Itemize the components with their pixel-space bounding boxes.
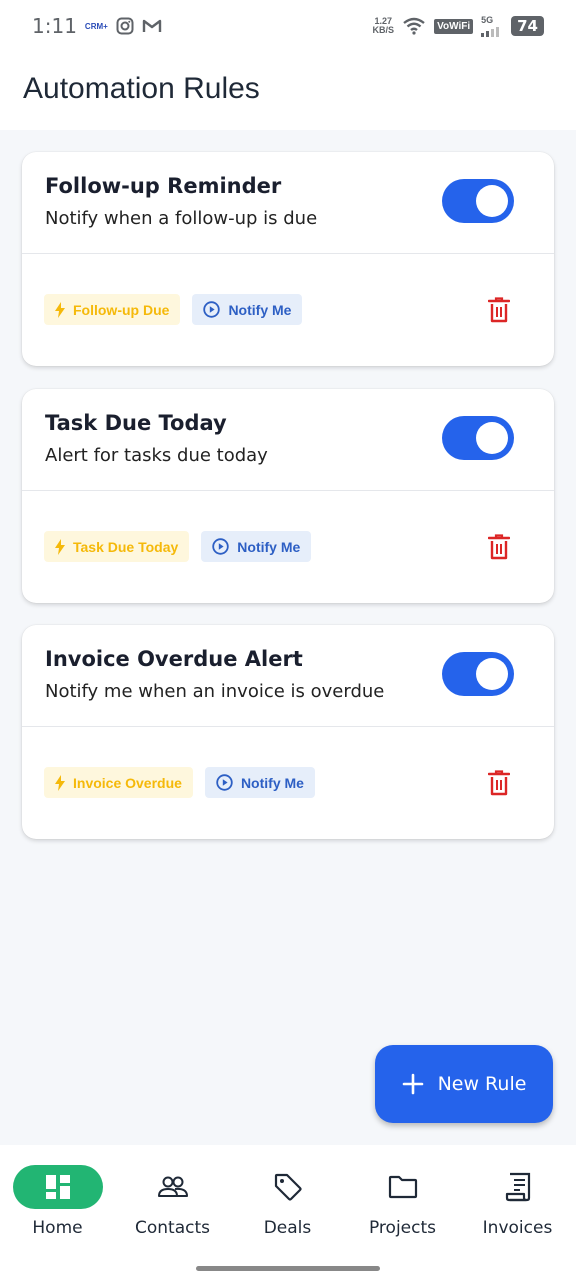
page-title: Automation Rules [23,72,260,105]
signal-icon: 5G [481,15,503,37]
nav-label-home: Home [32,1218,83,1238]
nav-label-invoices: Invoices [482,1218,553,1238]
battery-indicator: 74 [511,16,544,36]
instagram-icon [116,17,134,35]
trigger-label: Task Due Today [73,538,179,555]
toggle-knob [476,422,508,454]
nav-label-deals: Deals [263,1218,312,1238]
nav-contacts[interactable]: Contacts [115,1165,230,1238]
bottom-navigation: Home Contacts Deals Projects Invoices [0,1145,576,1280]
nav-projects[interactable]: Projects [345,1165,460,1238]
rule-description: Alert for tasks due today [45,445,268,466]
rule-card[interactable]: Task Due Today Alert for tasks due today T… [22,389,554,603]
status-time: 1:11 [32,14,77,38]
lightning-icon [55,301,65,318]
crm-notification-icon: CRM+ [84,21,108,31]
wifi-icon [403,17,425,35]
tag-icon [274,1173,302,1201]
rule-title: Follow-up Reminder [45,174,282,198]
play-circle-icon [216,774,233,791]
nav-home[interactable]: Home [0,1165,115,1238]
rule-enabled-toggle[interactable] [442,179,514,223]
trigger-chip: Follow-up Due [44,294,181,325]
folder-icon [388,1175,417,1199]
nav-invoices[interactable]: Invoices [460,1165,575,1238]
delete-rule-icon[interactable] [488,297,510,323]
rule-chips: Invoice Overdue Notify Me [44,767,315,798]
delete-rule-icon[interactable] [488,770,510,796]
rule-card[interactable]: Invoice Overdue Alert Notify me when an i… [22,625,554,839]
rule-description: Notify me when an invoice is overdue [45,681,385,702]
trigger-label: Invoice Overdue [73,774,182,791]
trigger-chip: Invoice Overdue [44,767,193,798]
rule-chips: Follow-up Due Notify Me [44,294,303,325]
toggle-knob [476,185,508,217]
nav-deals[interactable]: Deals [230,1165,345,1238]
net-speed: 1.27 KB/S [372,16,395,35]
rule-chips: Task Due Today Notify Me [44,531,312,562]
trigger-label: Follow-up Due [73,301,170,318]
action-label: Notify Me [228,301,292,318]
rule-enabled-toggle[interactable] [442,652,514,696]
nav-home-indicator [12,1165,103,1209]
dashboard-icon [45,1175,70,1199]
action-chip: Notify Me [201,531,312,562]
play-circle-icon [212,538,229,555]
status-bar: 1:11 CRM+ 1.27 KB/S VoWiFi 5G 74 [0,0,576,52]
new-rule-button[interactable]: New Rule [375,1045,553,1123]
card-divider [22,253,554,254]
rule-title: Task Due Today [45,411,227,435]
lightning-icon [55,774,65,791]
vowifi-badge: VoWiFi [434,18,474,34]
rule-card[interactable]: Follow-up Reminder Notify when a follow-u… [22,152,554,366]
people-icon [157,1176,188,1197]
play-circle-icon [203,301,221,318]
rule-title: Invoice Overdue Alert [45,647,303,671]
action-label: Notify Me [240,774,304,791]
app-header: Automation Rules [0,52,576,130]
rule-description: Notify when a follow-up is due [45,208,318,229]
nav-label-contacts: Contacts [135,1218,210,1238]
trigger-chip: Task Due Today [44,531,190,562]
rule-enabled-toggle[interactable] [442,416,514,460]
new-rule-label: New Rule [437,1073,527,1095]
receipt-icon [505,1172,530,1202]
gmail-icon [142,19,162,32]
action-chip: Notify Me [204,767,315,798]
plus-icon [402,1073,423,1095]
lightning-icon [55,538,65,555]
delete-rule-icon[interactable] [488,534,510,560]
action-label: Notify Me [237,538,301,555]
card-divider [22,490,554,491]
nav-label-projects: Projects [368,1218,437,1238]
action-chip: Notify Me [192,294,303,325]
toggle-knob [476,658,508,690]
gesture-home-bar[interactable] [196,1266,380,1271]
card-divider [22,726,554,727]
